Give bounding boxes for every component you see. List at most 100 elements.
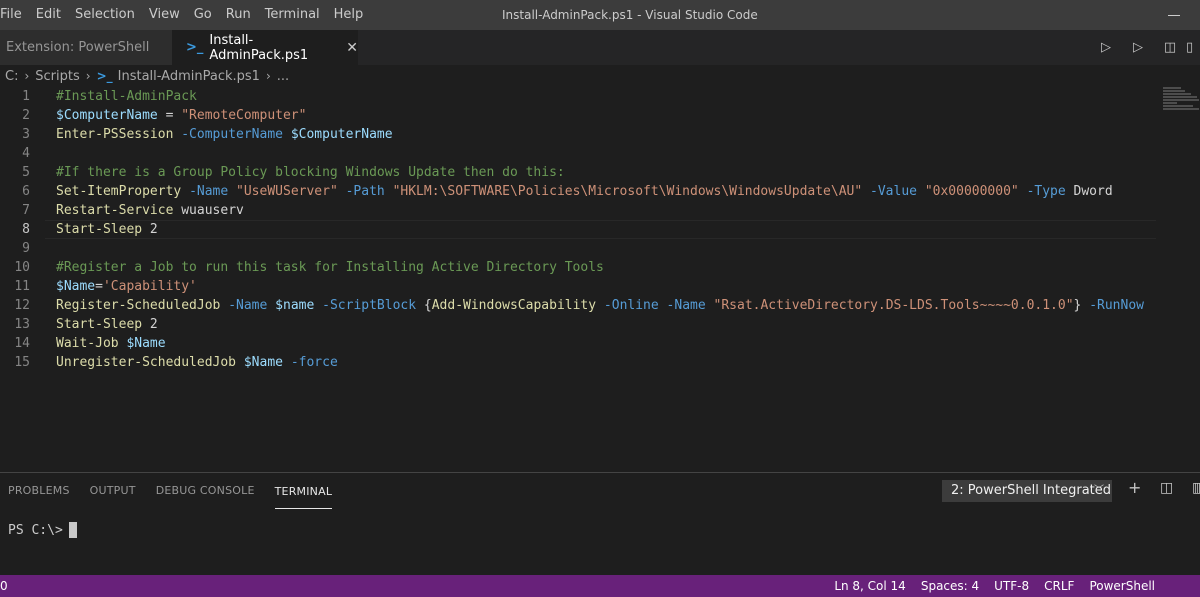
menu-go[interactable]: Go [187,0,219,30]
line-number: 2 [22,108,30,123]
line-number: 1 [22,89,30,104]
code-line[interactable]: 4 [0,144,1160,163]
menu-bar: File Edit Selection View Go Run Terminal… [0,0,370,30]
code-token: $Name [56,279,96,294]
terminal-cursor [68,522,77,538]
line-number: 8 [22,222,30,237]
line-number: 14 [14,336,30,351]
code-line[interactable]: 2 $ComputerName = "RemoteComputer" [0,106,1160,125]
line-number: 3 [22,127,30,142]
window-title: Install-AdminPack.ps1 - Visual Studio Co… [502,8,758,22]
run-selection-icon[interactable]: ▷ [1122,40,1154,55]
chevron-right-icon: › [265,69,271,83]
status-language[interactable]: PowerShell [1089,575,1155,597]
menu-selection[interactable]: Selection [68,0,142,30]
breadcrumb-more[interactable]: ... [277,69,289,84]
editor-tab-bar: Extension: PowerShell >_ Install-AdminPa… [0,30,1200,65]
plus-icon[interactable]: + [1128,478,1141,497]
terminal[interactable]: PS C:\> [8,522,77,538]
line-code: Start-Sleep 2 [56,220,158,239]
code-line[interactable]: 9 [0,239,1160,258]
status-eol[interactable]: CRLF [1044,575,1074,597]
code-token: #Register a Job to run this task for Ins… [56,260,604,275]
menu-terminal[interactable]: Terminal [258,0,327,30]
code-token: Dword [1065,184,1113,199]
code-line[interactable]: 15 Unregister-ScheduledJob $Name -force [0,353,1160,372]
status-indentation[interactable]: Spaces: 4 [921,575,979,597]
menu-run[interactable]: Run [219,0,258,30]
menu-file[interactable]: File [0,0,29,30]
split-terminal-icon[interactable]: ◫ [1160,480,1173,496]
tab-install-adminpack[interactable]: >_ Install-AdminPack.ps1 ✕ [172,30,358,65]
tab-problems[interactable]: PROBLEMS [8,473,70,509]
code-token: Unregister-ScheduledJob [56,355,237,370]
code-line[interactable]: 8 Start-Sleep 2 [0,220,1160,239]
menu-edit[interactable]: Edit [29,0,68,30]
status-encoding[interactable]: UTF-8 [994,575,1029,597]
code-line[interactable]: 5 #If there is a Group Policy blocking Wi… [0,163,1160,182]
code-token: = [157,108,182,123]
split-editor-icon[interactable]: ◫ [1154,40,1186,55]
code-token: $Name [243,355,283,370]
code-line[interactable]: 10 #Register a Job to run this task for I… [0,258,1160,277]
minimize-button[interactable] [1168,15,1180,16]
code-token: -Online [603,298,659,313]
code-token: -Value [870,184,917,199]
code-token: "HKLM:\SOFTWARE\Policies\Microsoft\Windo… [392,184,863,199]
line-number: 9 [22,241,30,256]
menu-view[interactable]: View [142,0,187,30]
code-token: -force [290,355,338,370]
code-line[interactable]: 1 #Install-AdminPack [0,87,1160,106]
chevron-right-icon: › [24,69,30,83]
tab-debug-console[interactable]: DEBUG CONSOLE [156,473,255,509]
trash-icon[interactable]: ▥ [1192,480,1200,496]
tab-terminal[interactable]: TERMINAL [274,474,333,509]
breadcrumb-drive[interactable]: C: [5,69,18,84]
code-token: wuauserv [173,203,244,218]
code-editor[interactable]: 1 #Install-AdminPack 2 $ComputerName = "Rem… [0,87,1200,472]
code-token: -RunNow [1089,298,1144,313]
tab-output[interactable]: OUTPUT [90,473,136,509]
code-token: $ComputerName [56,108,158,123]
code-token: Set-ItemProperty [56,184,182,199]
more-actions-icon[interactable]: ▯ [1186,40,1200,55]
code-line[interactable]: 7 Restart-Service wuauserv [0,201,1160,220]
close-icon[interactable]: ✕ [346,40,358,56]
tab-extension-powershell[interactable]: Extension: PowerShell [0,30,172,65]
line-number: 12 [14,298,30,313]
status-bar: 0 Ln 8, Col 14 Spaces: 4 UTF-8 CRLF Powe… [0,575,1200,597]
run-icon[interactable]: ▷ [1090,40,1122,55]
code-line[interactable]: 3 Enter-PSSession -ComputerName $Computer… [0,125,1160,144]
code-token: Wait-Job [56,336,119,351]
code-token: #Install-AdminPack [56,89,197,104]
minimap[interactable] [1163,87,1200,119]
menu-help[interactable]: Help [327,0,371,30]
breadcrumb-file[interactable]: Install-AdminPack.ps1 [118,69,260,84]
terminal-select[interactable]: 2: PowerShell Integrated ﹀ [942,480,1112,502]
code-token: -ScriptBlock [322,298,417,313]
code-line[interactable]: 6 Set-ItemProperty -Name "UseWUServer" -P… [0,182,1160,201]
code-token: #If there is a Group Policy blocking Win… [56,165,565,180]
code-line[interactable]: 11 $Name='Capability' [0,277,1160,296]
code-line[interactable]: 14 Wait-Job $Name [0,334,1160,353]
code-token: Restart-Service [56,203,174,218]
status-problems-count[interactable]: 0 [0,575,8,597]
code-token: Start-Sleep [56,317,143,332]
code-token: } [1073,298,1090,313]
panel-tabs: PROBLEMS OUTPUT DEBUG CONSOLE TERMINAL [0,473,344,509]
code-token: -Name [666,298,706,313]
code-token: Add-WindowsCapability [431,298,597,313]
code-line[interactable]: 13 Start-Sleep 2 [0,315,1160,334]
status-cursor-position[interactable]: Ln 8, Col 14 [834,575,906,597]
code-line[interactable]: 12 Register-ScheduledJob -Name $name -Scr… [0,296,1160,315]
code-token: -Name [228,298,268,313]
breadcrumb-folder[interactable]: Scripts [35,69,79,84]
code-token: "UseWUServer" [236,184,338,199]
